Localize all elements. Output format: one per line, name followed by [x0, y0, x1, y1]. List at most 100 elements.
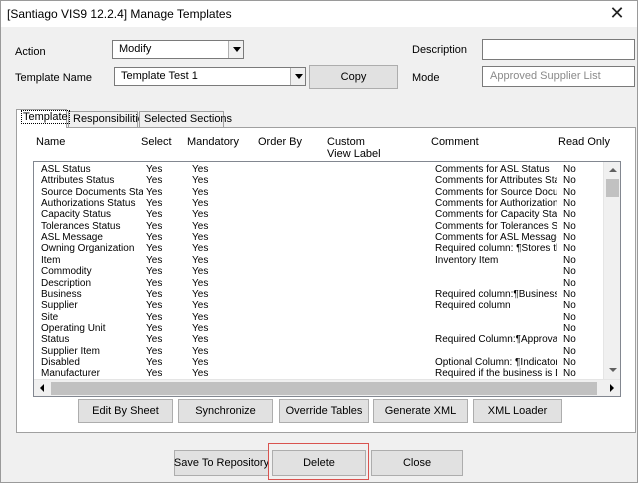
cell-order-by[interactable]: [259, 221, 319, 233]
cell-order-by[interactable]: [259, 357, 319, 369]
cell-read-only[interactable]: No: [563, 323, 593, 335]
cell-mandatory[interactable]: Yes: [192, 175, 252, 187]
cell-order-by[interactable]: [259, 187, 319, 199]
cell-comment[interactable]: Comments for Attributes Sta: [435, 175, 557, 187]
table-row[interactable]: Attributes Status Yes Yes Comments for Attr…: [34, 175, 604, 187]
synchronize-button[interactable]: Synchronize: [178, 399, 273, 423]
cell-read-only[interactable]: No: [563, 300, 593, 312]
cell-custom-view-label[interactable]: [329, 346, 429, 358]
cell-mandatory[interactable]: Yes: [192, 323, 252, 335]
cell-name[interactable]: Business: [41, 289, 143, 301]
cell-comment[interactable]: Required column: ¶Stores the: [435, 243, 557, 255]
cell-name[interactable]: Capacity Status: [41, 209, 143, 221]
cell-custom-view-label[interactable]: [329, 323, 429, 335]
cell-custom-view-label[interactable]: [329, 187, 429, 199]
table-row[interactable]: Status Yes Yes Required Column:¶Approval/No: [34, 334, 604, 346]
cell-order-by[interactable]: [259, 198, 319, 210]
cell-custom-view-label[interactable]: [329, 300, 429, 312]
cell-select[interactable]: Yes: [146, 221, 186, 233]
table-row[interactable]: Capacity Status Yes Yes Comments for Capaci…: [34, 209, 604, 221]
cell-select[interactable]: Yes: [146, 323, 186, 335]
cell-mandatory[interactable]: Yes: [192, 312, 252, 324]
cell-name[interactable]: Item: [41, 255, 143, 267]
cell-read-only[interactable]: No: [563, 209, 593, 221]
cell-custom-view-label[interactable]: [329, 312, 429, 324]
cell-order-by[interactable]: [259, 175, 319, 187]
cell-read-only[interactable]: No: [563, 334, 593, 346]
cell-mandatory[interactable]: Yes: [192, 221, 252, 233]
cell-name[interactable]: Attributes Status: [41, 175, 143, 187]
cell-select[interactable]: Yes: [146, 187, 186, 199]
cell-read-only[interactable]: No: [563, 198, 593, 210]
edit-by-sheet-button[interactable]: Edit By Sheet: [78, 399, 173, 423]
vertical-scroll-thumb[interactable]: [606, 179, 619, 197]
cell-comment[interactable]: Comments for ASL Message: [435, 232, 557, 244]
close-window-icon[interactable]: ✕: [603, 2, 631, 24]
cell-mandatory[interactable]: Yes: [192, 198, 252, 210]
cell-select[interactable]: Yes: [146, 266, 186, 278]
cell-order-by[interactable]: [259, 278, 319, 290]
save-to-repository-button[interactable]: Save To Repository: [174, 450, 269, 476]
cell-order-by[interactable]: [259, 334, 319, 346]
cell-comment[interactable]: Required column: [435, 300, 557, 312]
cell-name[interactable]: Commodity: [41, 266, 143, 278]
cell-custom-view-label[interactable]: [329, 357, 429, 369]
cell-custom-view-label[interactable]: [329, 266, 429, 278]
chevron-down-icon[interactable]: [228, 41, 243, 58]
scroll-up-icon[interactable]: [609, 168, 617, 172]
cell-custom-view-label[interactable]: [329, 175, 429, 187]
override-tables-button[interactable]: Override Tables: [279, 399, 369, 423]
cell-order-by[interactable]: [259, 209, 319, 221]
cell-select[interactable]: Yes: [146, 312, 186, 324]
cell-mandatory[interactable]: Yes: [192, 278, 252, 290]
cell-select[interactable]: Yes: [146, 357, 186, 369]
cell-custom-view-label[interactable]: [329, 198, 429, 210]
cell-mandatory[interactable]: Yes: [192, 209, 252, 221]
close-button[interactable]: Close: [371, 450, 463, 476]
cell-order-by[interactable]: [259, 312, 319, 324]
cell-order-by[interactable]: [259, 164, 319, 176]
table-row[interactable]: ASL Message Yes Yes Comments for ASL Messag…: [34, 232, 604, 244]
cell-select[interactable]: Yes: [146, 164, 186, 176]
tab-responsibilities[interactable]: Responsibilities: [68, 111, 149, 127]
generate-xml-button[interactable]: Generate XML: [373, 399, 468, 423]
cell-select[interactable]: Yes: [146, 198, 186, 210]
cell-select[interactable]: Yes: [146, 175, 186, 187]
cell-name[interactable]: Authorizations Status: [41, 198, 143, 210]
cell-order-by[interactable]: [259, 323, 319, 335]
cell-order-by[interactable]: [259, 255, 319, 267]
action-dropdown[interactable]: Modify: [112, 40, 244, 59]
cell-mandatory[interactable]: Yes: [192, 289, 252, 301]
delete-button[interactable]: Delete: [272, 450, 366, 476]
cell-comment[interactable]: [435, 266, 557, 278]
cell-select[interactable]: Yes: [146, 334, 186, 346]
cell-custom-view-label[interactable]: [329, 221, 429, 233]
xml-loader-button[interactable]: XML Loader: [473, 399, 562, 423]
scroll-down-icon[interactable]: [609, 368, 617, 372]
cell-select[interactable]: Yes: [146, 300, 186, 312]
cell-mandatory[interactable]: Yes: [192, 232, 252, 244]
cell-select[interactable]: Yes: [146, 209, 186, 221]
table-row[interactable]: Description Yes Yes No: [34, 278, 604, 290]
cell-read-only[interactable]: No: [563, 221, 593, 233]
cell-comment[interactable]: Required Column:¶Approval/: [435, 334, 557, 346]
cell-custom-view-label[interactable]: [329, 334, 429, 346]
cell-read-only[interactable]: No: [563, 164, 593, 176]
cell-select[interactable]: Yes: [146, 232, 186, 244]
cell-mandatory[interactable]: Yes: [192, 346, 252, 358]
cell-order-by[interactable]: [259, 346, 319, 358]
chevron-down-icon[interactable]: [290, 68, 305, 85]
cell-name[interactable]: Owning Organization: [41, 243, 143, 255]
tab-template[interactable]: Template: [16, 109, 70, 128]
table-row[interactable]: Authorizations Status Yes Yes Comments for …: [34, 198, 604, 210]
cell-select[interactable]: Yes: [146, 346, 186, 358]
cell-select[interactable]: Yes: [146, 278, 186, 290]
cell-name[interactable]: Tolerances Status: [41, 221, 143, 233]
cell-custom-view-label[interactable]: [329, 243, 429, 255]
table-row[interactable]: ASL Status Yes Yes Comments for ASL Status N…: [34, 164, 604, 176]
cell-read-only[interactable]: No: [563, 278, 593, 290]
cell-select[interactable]: Yes: [146, 255, 186, 267]
cell-read-only[interactable]: No: [563, 187, 593, 199]
table-row[interactable]: Source Documents Stat Yes Yes Comments for …: [34, 187, 604, 199]
cell-read-only[interactable]: No: [563, 289, 593, 301]
